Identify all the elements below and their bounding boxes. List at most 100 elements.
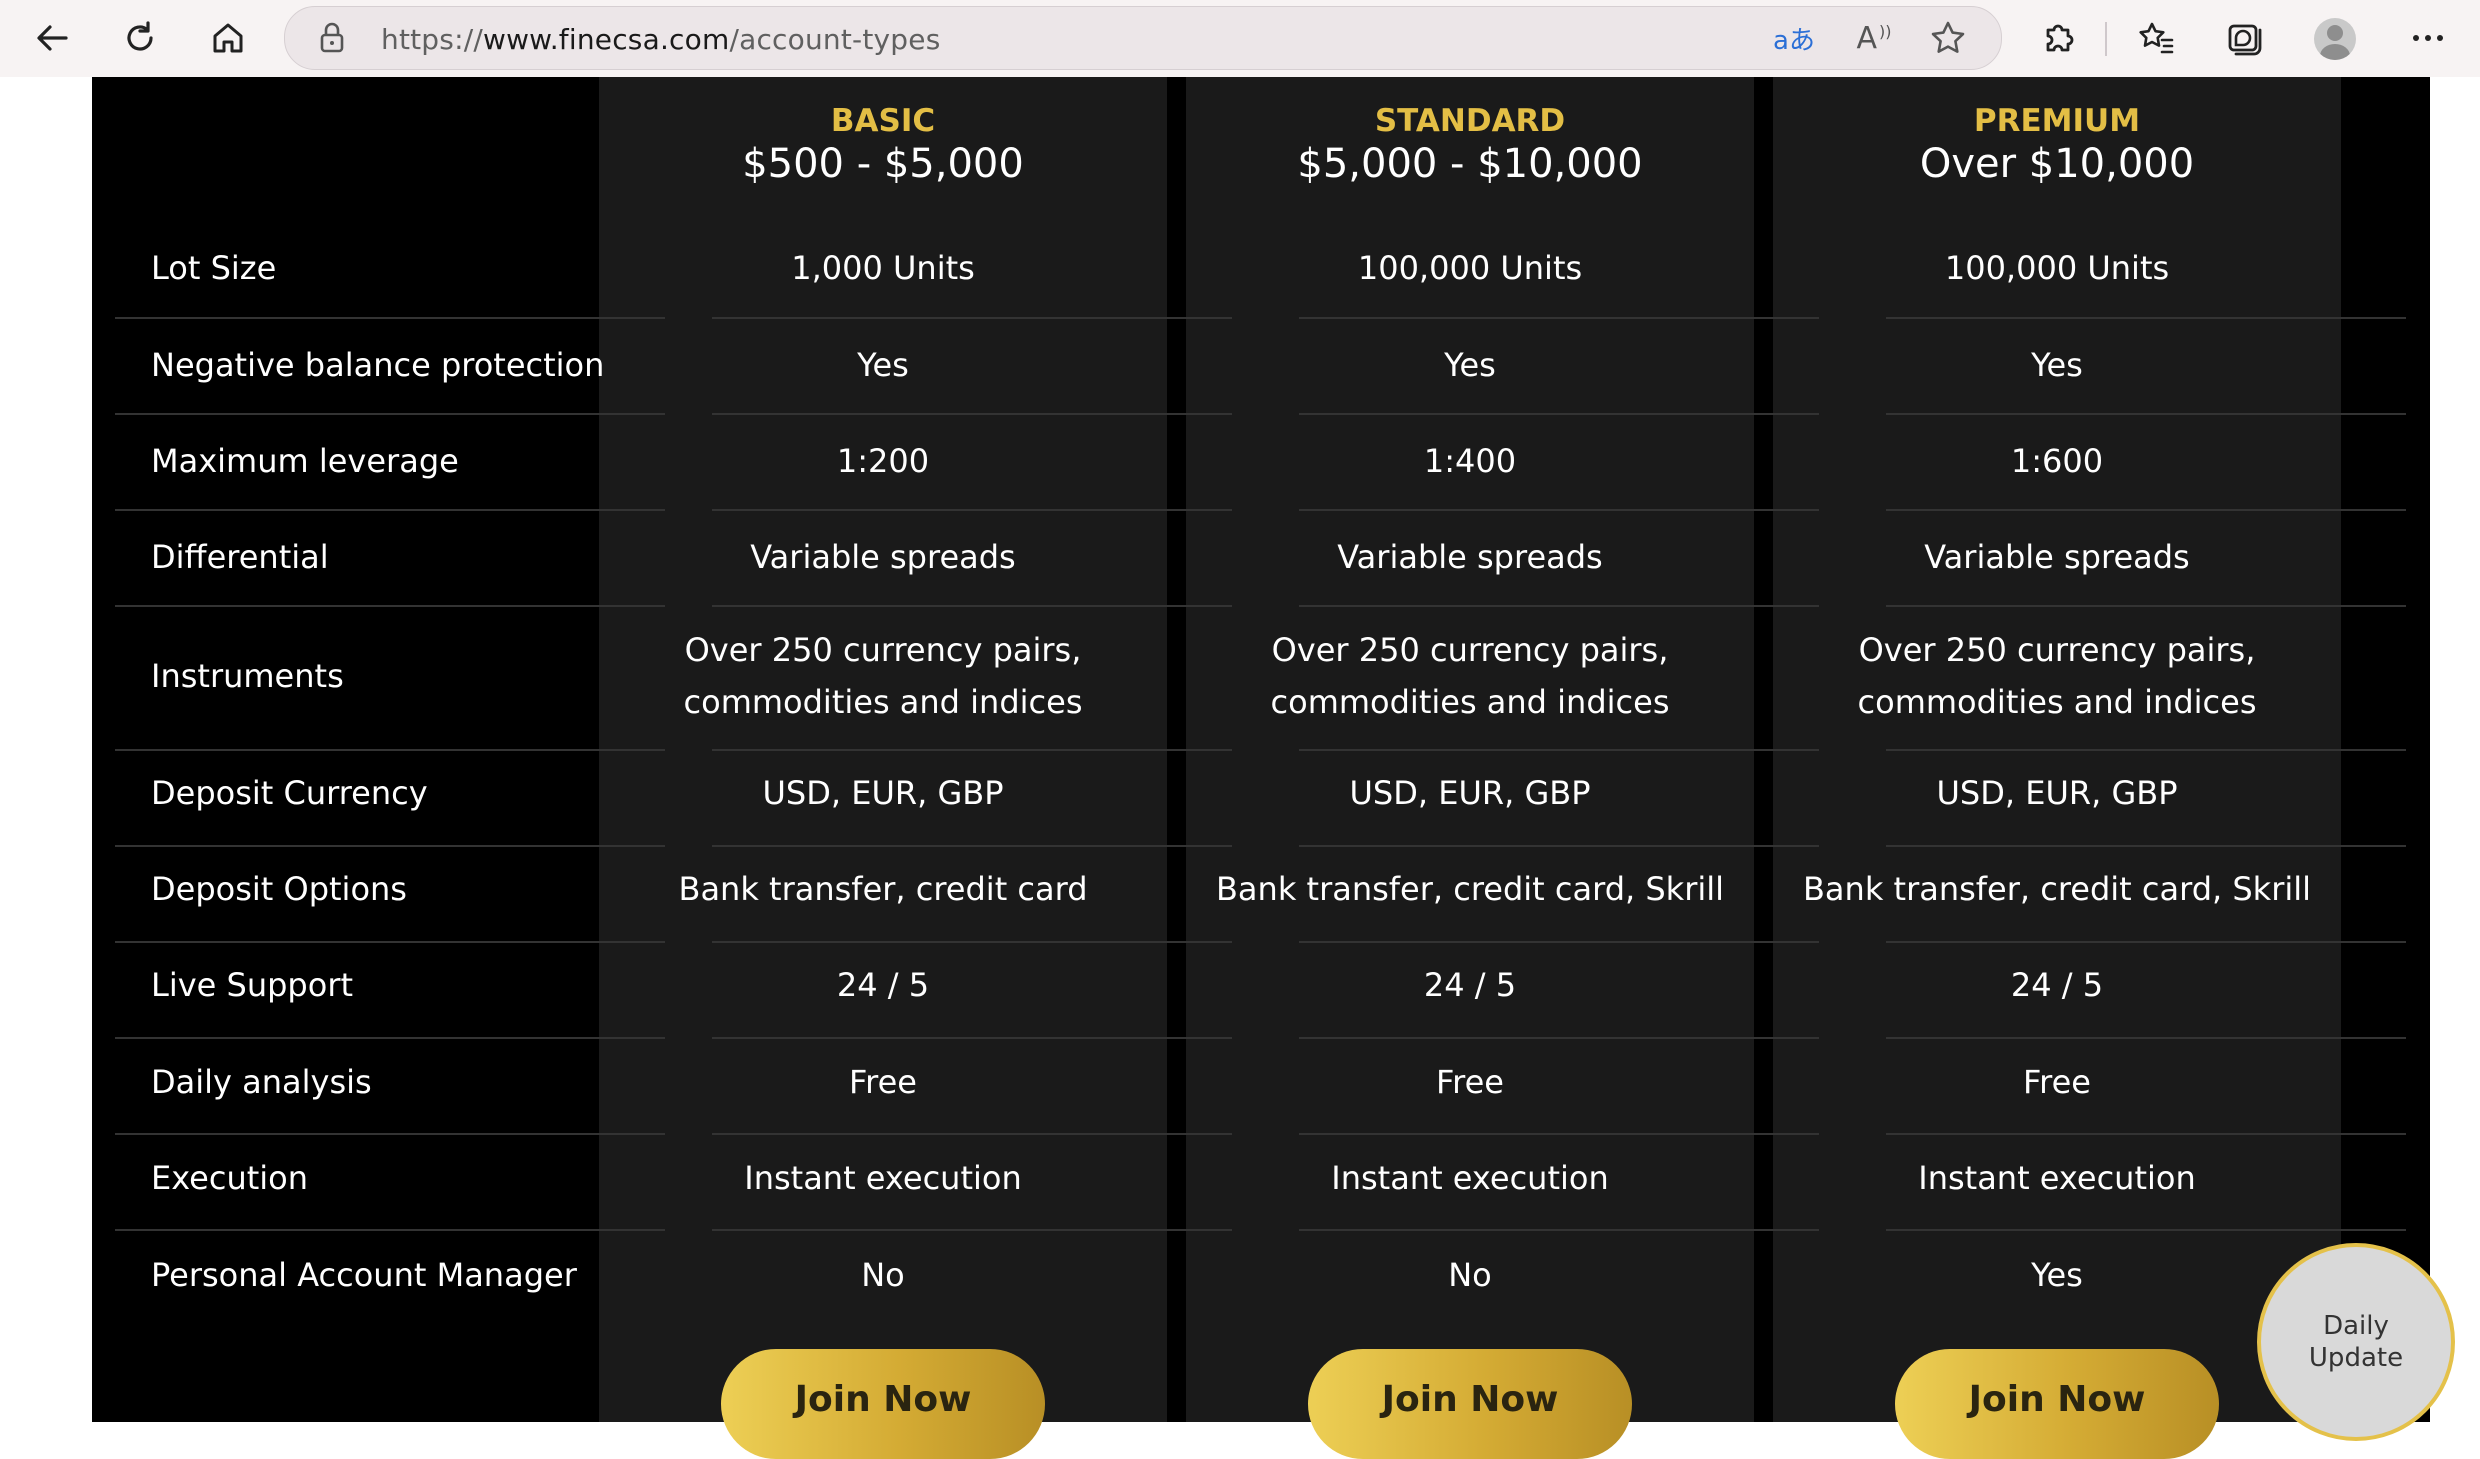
row-divider [115,845,665,847]
row-divider [712,845,1232,847]
row-value: Yes [857,346,909,384]
row-divider [1886,1229,2406,1231]
row-divider [1299,1037,1819,1039]
row-value: Free [2023,1063,2091,1101]
row-value: Over 250 currency pairs, commodities and… [1270,631,1670,721]
row-divider [712,1133,1232,1135]
row-divider [1299,605,1819,607]
collections-icon [2228,24,2262,56]
refresh-button[interactable] [110,8,170,68]
row-divider [1299,413,1819,415]
row-label: Deposit Currency [151,774,428,812]
row-divider [115,317,665,319]
join-now-label: Join Now [1381,1379,1559,1420]
row-label: Personal Account Manager [151,1256,577,1294]
row-divider [1299,509,1819,511]
row-value: 100,000 Units [1944,249,2170,287]
row-divider [712,605,1232,607]
row-value: 1:400 [1423,442,1517,480]
row-value: 24 / 5 [836,966,930,1004]
row-value: Yes [2031,1256,2083,1294]
row-value: USD, EUR, GBP [1936,774,2178,812]
favorites-button[interactable] [2126,8,2186,68]
row-divider [115,941,665,943]
row-divider [1886,317,2406,319]
row-label: Daily analysis [151,1063,372,1101]
row-divider [712,509,1232,511]
plan-name: BASIC [830,103,936,139]
row-label: Lot Size [151,249,277,287]
row-label: Execution [151,1159,309,1197]
row-divider [1299,1133,1819,1135]
row-divider [1299,749,1819,751]
read-aloud-icon[interactable]: A)) [1851,15,1897,61]
settings-more-button[interactable] [2398,8,2458,68]
site-info-lock-icon[interactable] [309,15,355,61]
join-now-label: Join Now [1968,1379,2146,1420]
join-now-button[interactable]: Join Now [721,1349,1045,1459]
row-divider [115,1133,665,1135]
join-now-button[interactable]: Join Now [1895,1349,2219,1459]
row-divider [1886,413,2406,415]
address-bar[interactable]: https://www.finecsa.com/account-types aあ… [284,6,2002,70]
row-value: Bank transfer, credit card, Skrill [1215,870,1725,908]
row-divider [115,413,665,415]
row-divider [1886,1133,2406,1135]
extensions-button[interactable] [2028,8,2088,68]
daily-update-line2: Update [2308,1343,2404,1373]
page-content: BASIC $500 - $5,000 Join Now STANDARD $5,000… [0,77,2480,1459]
translate-icon[interactable]: aあ [1771,15,1817,61]
collections-button[interactable] [2214,8,2274,68]
row-label: Deposit Options [151,870,407,908]
row-value: Yes [2031,346,2083,384]
row-value: Over 250 currency pairs, commodities and… [683,631,1083,721]
toolbar-separator [2105,22,2107,56]
row-value: No [861,1256,905,1294]
row-divider [712,749,1232,751]
row-value: 1,000 Units [791,249,975,287]
row-value: Bank transfer, credit card [678,870,1088,908]
back-arrow-icon [37,25,68,51]
row-divider [115,1037,665,1039]
row-divider [115,1229,665,1231]
row-divider [1886,845,2406,847]
account-types-table: BASIC $500 - $5,000 Join Now STANDARD $5,000… [92,77,2430,1459]
row-value: Variable spreads [750,538,1016,576]
row-value: Instant execution [1918,1159,2196,1197]
row-divider [1299,1229,1819,1231]
row-divider [712,1037,1232,1039]
row-divider [1299,317,1819,319]
daily-update-line1: Daily [2323,1311,2389,1341]
row-divider [1299,941,1819,943]
row-value: Variable spreads [1337,538,1603,576]
daily-update-badge[interactable]: Daily Update [2257,1243,2455,1441]
favorites-list-icon [2139,22,2174,54]
join-now-label: Join Now [794,1379,972,1420]
row-divider [1886,941,2406,943]
row-label: Negative balance protection [151,346,605,384]
row-divider [1886,749,2406,751]
back-button[interactable] [22,8,82,68]
profile-avatar[interactable] [2314,18,2356,60]
row-value: Instant execution [1331,1159,1609,1197]
row-divider [1886,605,2406,607]
row-divider [1886,509,2406,511]
join-now-button[interactable]: Join Now [1308,1349,1632,1459]
row-label: Live Support [151,966,354,1004]
url-text[interactable]: https://www.finecsa.com/account-types [381,23,940,56]
row-divider [115,509,665,511]
row-divider [712,941,1232,943]
puzzle-icon [2046,24,2074,52]
row-value: Bank transfer, credit card, Skrill [1802,870,2312,908]
home-icon [213,23,243,53]
plan-name: PREMIUM [1973,103,2141,139]
row-value: 1:600 [2010,442,2104,480]
plan-deposit-range: Over $10,000 [1919,141,2195,187]
row-value: Instant execution [744,1159,1022,1197]
row-value: Variable spreads [1924,538,2190,576]
row-divider [1299,845,1819,847]
home-button[interactable] [198,8,258,68]
favorite-star-icon[interactable] [1925,15,1971,61]
row-value: 24 / 5 [2010,966,2104,1004]
row-value: Free [849,1063,917,1101]
